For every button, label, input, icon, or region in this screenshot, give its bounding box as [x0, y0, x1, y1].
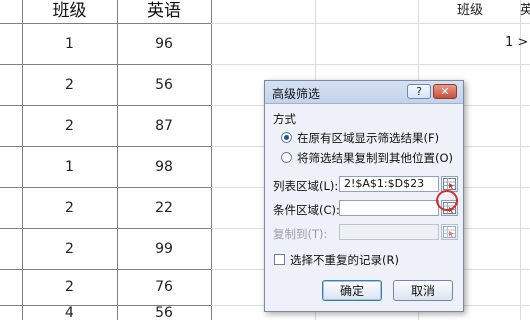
cell-english[interactable]: 56 [117, 64, 211, 105]
criteria-range-input[interactable] [339, 200, 439, 216]
dialog-title: 高级筛选 [272, 87, 321, 101]
highlight-circle [436, 190, 458, 211]
criteria-header-partial[interactable]: 英 [520, 0, 530, 21]
cell-class[interactable]: 2 [22, 64, 117, 105]
cell-class[interactable]: 2 [22, 269, 117, 305]
cell-english[interactable]: 76 [117, 269, 211, 305]
cell-english[interactable]: 98 [117, 146, 211, 187]
cell-class[interactable]: 2 [22, 187, 117, 228]
list-range-label: 列表区域(L): [273, 179, 339, 193]
advanced-filter-dialog: 高级筛选 ? ✕ 方式 在原有区域显示筛选结果(F) 将筛选结果复制到其他位置(… [264, 80, 464, 312]
radio-in-place[interactable] [281, 132, 292, 143]
close-button[interactable]: ✕ [433, 84, 457, 99]
ok-button[interactable]: 确定 [322, 280, 382, 301]
cell-english[interactable]: 87 [117, 105, 211, 146]
cell-english[interactable]: 96 [117, 23, 211, 64]
cell-class[interactable]: 4 [22, 305, 117, 320]
unique-records-checkbox[interactable] [274, 254, 285, 265]
row-line [211, 23, 530, 24]
cell-english[interactable]: 56 [117, 305, 211, 320]
dialog-titlebar[interactable]: 高级筛选 ? ✕ [265, 81, 463, 104]
unique-records-label[interactable]: 选择不重复的记录(R) [290, 252, 399, 268]
method-label: 方式 [273, 112, 296, 126]
range-select-icon [443, 226, 456, 238]
list-range-input[interactable]: 2!$A$1:$D$23 [339, 176, 439, 192]
option-copy-label[interactable]: 将筛选结果复制到其他位置(O) [297, 150, 453, 166]
header-english[interactable]: 英语 [117, 0, 211, 22]
cell-class[interactable]: 2 [22, 228, 117, 269]
option-in-place-label[interactable]: 在原有区域显示筛选结果(F) [297, 130, 439, 146]
table-border-right [211, 0, 212, 320]
range-select-icon [443, 178, 456, 190]
copy-to-picker-button[interactable] [441, 224, 458, 240]
copy-to-label: 复制到(T): [273, 227, 328, 241]
copy-to-input[interactable] [339, 224, 439, 240]
criteria-header-class[interactable]: 班级 [440, 0, 500, 21]
criteria-value-partial[interactable]: 1 > [505, 32, 530, 52]
cell-class[interactable]: 1 [22, 23, 117, 64]
radio-copy[interactable] [281, 152, 292, 163]
row-line [211, 64, 530, 65]
header-class[interactable]: 班级 [22, 0, 117, 22]
cell-english[interactable]: 22 [117, 187, 211, 228]
cell-class[interactable]: 1 [22, 146, 117, 187]
cancel-button[interactable]: 取消 [393, 280, 453, 301]
cell-class[interactable]: 2 [22, 105, 117, 146]
help-button[interactable]: ? [407, 84, 431, 99]
cell-english[interactable]: 99 [117, 228, 211, 269]
criteria-range-label: 条件区域(C): [273, 203, 340, 217]
